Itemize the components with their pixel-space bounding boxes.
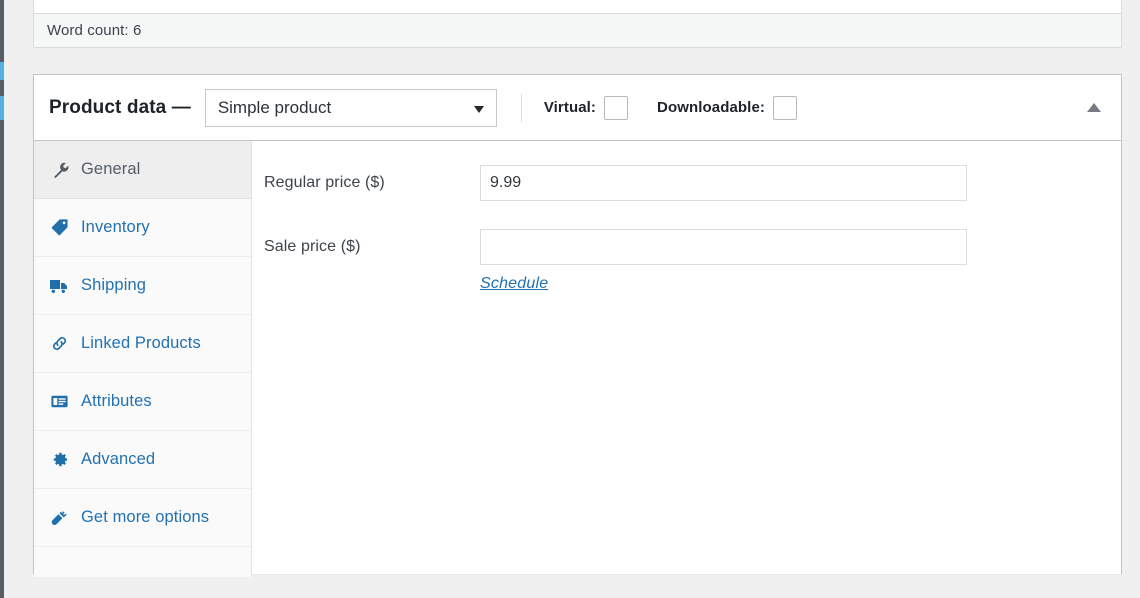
tab-advanced[interactable]: Advanced (34, 431, 251, 489)
tab-linked-products[interactable]: Linked Products (34, 315, 251, 373)
list-form-icon (48, 391, 70, 413)
product-data-body: General Inventory Shipping Linked Produc… (34, 141, 1121, 577)
admin-menu-accent-bottom (0, 96, 4, 120)
editor-box-tail (33, 0, 1122, 13)
tab-general-label: General (81, 160, 141, 178)
virtual-checkbox[interactable] (604, 95, 629, 120)
wrench-icon (48, 159, 70, 181)
link-icon (48, 333, 70, 355)
tab-shipping-label: Shipping (81, 276, 147, 294)
admin-menu-accent-top (0, 62, 4, 80)
tag-icon (48, 217, 70, 239)
regular-price-row: Regular price ($) (252, 165, 1121, 201)
schedule-link[interactable]: Schedule (480, 275, 548, 292)
tab-attributes-label: Attributes (81, 392, 152, 410)
tab-general[interactable]: General (34, 141, 251, 199)
tab-inventory[interactable]: Inventory (34, 199, 251, 257)
tabs-filler (34, 547, 251, 577)
product-data-panel: Product data — Simple product Virtual: D… (33, 74, 1122, 577)
screen-root: Word count: 6 Product data — Simple prod… (0, 0, 1140, 598)
regular-price-label: Regular price ($) (264, 174, 385, 191)
schedule-row: Schedule (252, 275, 1121, 293)
tab-advanced-label: Advanced (81, 450, 156, 468)
panel-collapse-toggle[interactable] (1081, 95, 1107, 121)
virtual-checkbox-label: Virtual: (543, 99, 597, 116)
downloadable-checkbox-group: Downloadable: (657, 95, 797, 120)
tab-shipping[interactable]: Shipping (34, 257, 251, 315)
downloadable-checkbox-label: Downloadable: (657, 99, 765, 116)
gear-icon (48, 449, 70, 471)
sale-price-input[interactable] (480, 229, 967, 265)
tab-get-more-options[interactable]: Get more options (34, 489, 251, 547)
page-title: Product data — (49, 96, 191, 118)
product-type-select[interactable]: Simple product (204, 88, 497, 127)
downloadable-checkbox[interactable] (773, 95, 797, 120)
sale-price-label: Sale price ($) (264, 238, 361, 255)
regular-price-input[interactable] (480, 165, 967, 201)
header-divider (520, 93, 522, 122)
tab-get-more-options-label: Get more options (81, 508, 210, 526)
tab-inventory-label: Inventory (81, 218, 150, 236)
sale-price-row: Sale price ($) (252, 229, 1121, 265)
tab-linked-products-label: Linked Products (81, 334, 201, 352)
triangle-up-icon (1087, 103, 1101, 112)
truck-icon (48, 275, 70, 297)
tab-attributes[interactable]: Attributes (34, 373, 251, 431)
chevron-down-icon (473, 105, 484, 113)
product-type-select-value: Simple product (217, 97, 332, 117)
product-data-tabs: General Inventory Shipping Linked Produc… (34, 141, 252, 577)
general-panel: Regular price ($) Sale price ($) Schedul… (252, 141, 1121, 574)
plugin-icon (48, 507, 70, 529)
word-count-label: Word count: 6 (47, 22, 142, 39)
product-data-header: Product data — Simple product Virtual: D… (34, 75, 1121, 141)
word-count-bar: Word count: 6 (33, 13, 1122, 48)
virtual-checkbox-group: Virtual: (543, 95, 629, 120)
admin-menu-edge (0, 0, 4, 598)
